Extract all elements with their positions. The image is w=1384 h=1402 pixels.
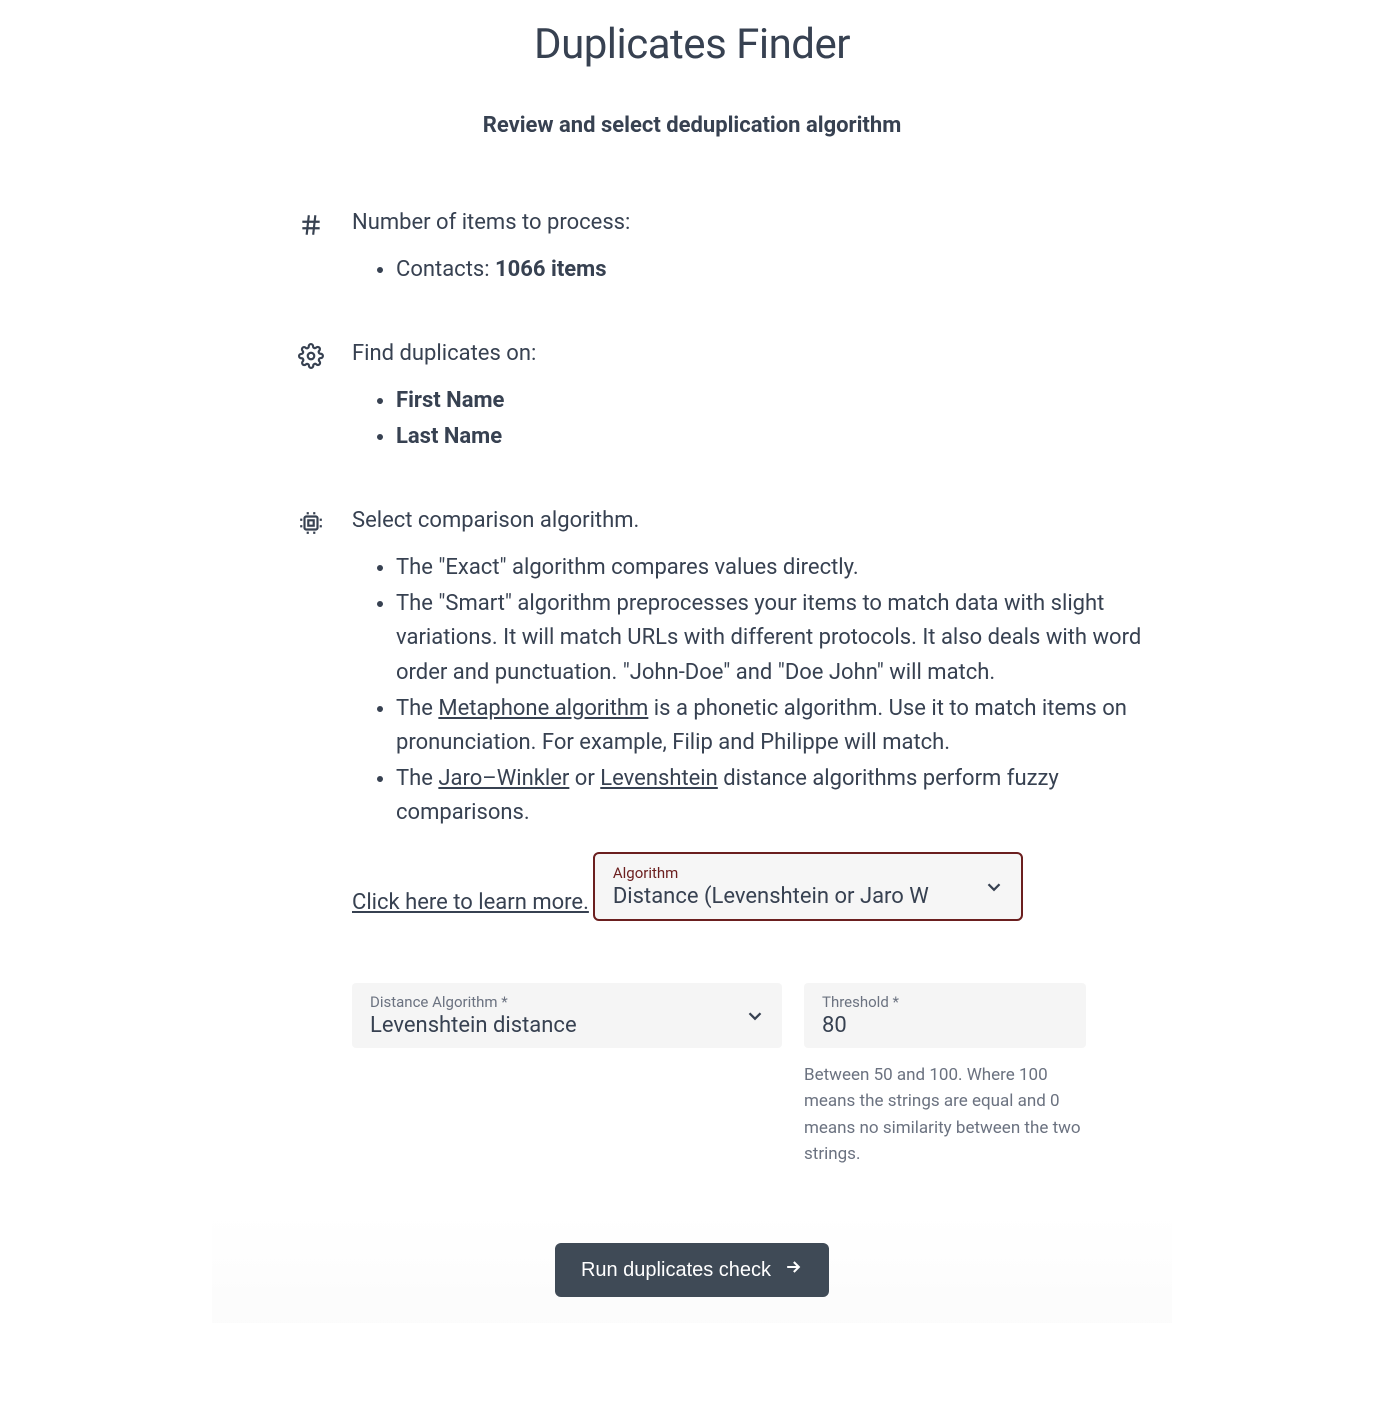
fields-heading: Find duplicates on: [352,341,1172,366]
algo-bullet-smart: The "Smart" algorithm preprocesses your … [396,587,1172,689]
arrow-right-icon [783,1257,803,1283]
metaphone-link[interactable]: Metaphone algorithm [438,696,648,721]
run-button-label: Run duplicates check [581,1259,771,1282]
items-entry: Contacts: 1066 items [396,253,1172,287]
hash-icon [298,212,324,238]
threshold-field[interactable]: Threshold * [804,983,1086,1048]
section-algorithm: Select comparison algorithm. The "Exact"… [212,508,1172,832]
items-heading: Number of items to process: [352,210,1172,235]
algo-bullet-exact: The "Exact" algorithm compares values di… [396,551,1172,585]
learn-more-link[interactable]: Click here to learn more. [352,890,589,915]
algorithm-select-value: Distance (Levenshtein or Jaro W [613,884,1003,909]
cpu-icon [298,510,324,536]
distance-pre: The [396,766,438,791]
section-fields: Find duplicates on: First Name Last Name [212,341,1172,456]
algorithm-select-label: Algorithm [613,864,1003,882]
chevron-down-icon [983,876,1005,898]
items-entry-prefix: Contacts: [396,257,495,282]
page-title: Duplicates Finder [212,20,1172,69]
distance-or: or [569,766,600,791]
distance-algorithm-select[interactable]: Distance Algorithm * Levenshtein distanc… [352,983,782,1048]
algorithm-heading: Select comparison algorithm. [352,508,1172,533]
metaphone-pre: The [396,696,438,721]
section-items: Number of items to process: Contacts: 10… [212,210,1172,289]
threshold-input[interactable] [822,1013,1068,1038]
algo-bullet-distance: The Jaro–Winkler or Levenshtein distance… [396,762,1172,830]
distance-select-label: Distance Algorithm * [370,993,764,1011]
threshold-label: Threshold * [822,993,1068,1011]
jaro-winkler-link[interactable]: Jaro–Winkler [438,766,569,791]
field-entry-first-name: First Name [396,384,1172,418]
run-duplicates-button[interactable]: Run duplicates check [555,1243,829,1297]
chevron-down-icon [744,1005,766,1027]
field-entry-last-name: Last Name [396,420,1172,454]
threshold-helper: Between 50 and 100. Where 100 means the … [804,1062,1086,1167]
gear-icon [298,343,324,369]
levenshtein-link[interactable]: Levenshtein [600,766,718,791]
items-entry-count: 1066 items [495,257,606,282]
page-subtitle: Review and select deduplication algorith… [212,113,1172,138]
distance-select-value: Levenshtein distance [370,1013,764,1038]
algorithm-select[interactable]: Algorithm Distance (Levenshtein or Jaro … [593,852,1023,921]
algo-bullet-metaphone: The Metaphone algorithm is a phonetic al… [396,692,1172,760]
